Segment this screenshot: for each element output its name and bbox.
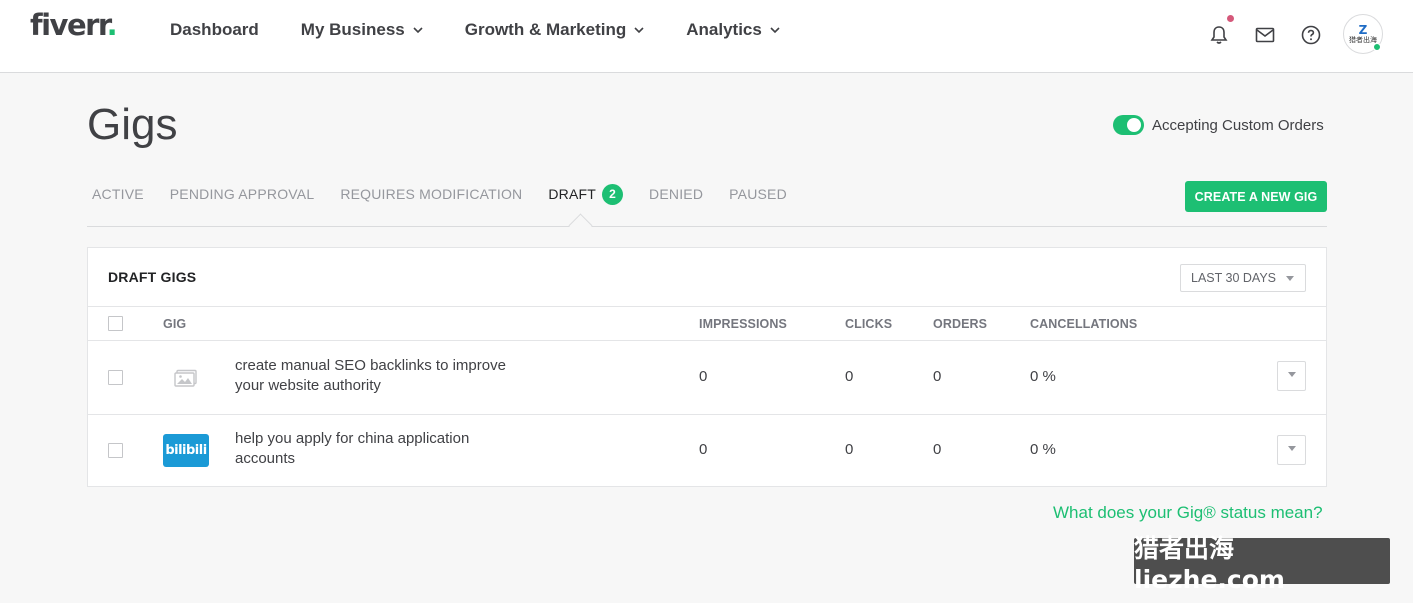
caret-down-icon — [1286, 276, 1294, 281]
tab-active[interactable]: ACTIVE — [92, 185, 144, 203]
column-header-orders[interactable]: ORDERS — [933, 317, 987, 331]
active-tab-indicator — [568, 213, 593, 238]
tab-label: PENDING APPROVAL — [169, 186, 315, 202]
date-range-value: LAST 30 DAYS — [1191, 271, 1276, 285]
clicks-value: 0 — [845, 441, 854, 458]
row-actions-dropdown[interactable] — [1277, 361, 1306, 391]
caret-down-icon — [1288, 372, 1296, 377]
tab-paused[interactable]: PAUSED — [729, 185, 787, 203]
top-navigation-bar: fiverr. Dashboard My Business Growth & M… — [0, 0, 1413, 73]
select-all-checkbox[interactable] — [108, 316, 123, 331]
row-checkbox[interactable] — [108, 370, 123, 385]
caret-down-icon — [1288, 446, 1296, 451]
table-header: GIG IMPRESSIONS CLICKS ORDERS CANCELLATI… — [88, 306, 1326, 341]
tabs-divider — [87, 226, 1327, 227]
nav-my-business[interactable]: My Business — [301, 19, 423, 41]
tab-label: ACTIVE — [92, 186, 144, 202]
avatar[interactable]: Z 猎者出海 — [1343, 14, 1383, 54]
column-header-gig[interactable]: GIG — [163, 317, 186, 331]
cancellations-value: 0 % — [1030, 368, 1056, 385]
gig-thumbnail[interactable]: bilibili — [163, 434, 209, 467]
nav-dashboard[interactable]: Dashboard — [170, 19, 259, 41]
help-button[interactable] — [1299, 23, 1323, 47]
impressions-value: 0 — [699, 441, 708, 458]
notifications-button[interactable] — [1207, 15, 1234, 47]
fiverr-logo[interactable]: fiverr. — [30, 8, 118, 42]
image-placeholder-icon — [174, 369, 197, 387]
row-actions-dropdown[interactable] — [1277, 435, 1306, 465]
messages-button[interactable] — [1253, 23, 1277, 47]
tab-label: DRAFT — [548, 186, 597, 202]
column-header-cancellations[interactable]: CANCELLATIONS — [1030, 317, 1137, 331]
tab-label: REQUIRES MODIFICATION — [340, 186, 523, 202]
main-nav: Dashboard My Business Growth & Marketing… — [170, 19, 822, 41]
watermark: 猎者出海 liezhe.com — [1134, 534, 1390, 594]
custom-orders-setting: Accepting Custom Orders — [1113, 115, 1324, 135]
chevron-down-icon — [413, 27, 423, 34]
chevron-down-icon — [634, 27, 644, 34]
bilibili-logo: bilibili — [165, 443, 207, 458]
clicks-value: 0 — [845, 368, 854, 385]
tab-label: DENIED — [649, 186, 704, 202]
notification-dot — [1227, 15, 1234, 22]
column-header-impressions[interactable]: IMPRESSIONS — [699, 317, 787, 331]
bell-icon — [1210, 26, 1228, 44]
toggle-knob — [1127, 118, 1141, 132]
orders-value: 0 — [933, 368, 942, 385]
create-new-gig-button[interactable]: CREATE A NEW GIG — [1185, 181, 1327, 212]
column-header-clicks[interactable]: CLICKS — [845, 317, 892, 331]
help-icon — [1301, 25, 1321, 45]
tab-pending-approval[interactable]: PENDING APPROVAL — [170, 185, 315, 203]
table-row: bilibili help you apply for china applic… — [88, 414, 1326, 487]
gig-thumbnail[interactable] — [163, 361, 209, 394]
nav-growth-marketing[interactable]: Growth & Marketing — [465, 19, 645, 41]
nav-growth-marketing-label: Growth & Marketing — [464, 20, 627, 39]
nav-my-business-label: My Business — [300, 20, 405, 39]
tab-requires-modification[interactable]: REQUIRES MODIFICATION — [340, 185, 522, 203]
custom-orders-toggle[interactable] — [1113, 115, 1144, 135]
gig-title-link[interactable]: create manual SEO backlinks to improve y… — [235, 356, 525, 396]
draft-gigs-table: DRAFT GIGS LAST 30 DAYS GIG IMPRESSIONS … — [87, 247, 1327, 487]
orders-value: 0 — [933, 441, 942, 458]
table-title: DRAFT GIGS — [108, 269, 197, 285]
page-title: Gigs — [87, 100, 178, 149]
envelope-icon — [1255, 27, 1275, 43]
avatar-initial: Z — [1358, 22, 1368, 37]
gig-status-help-link[interactable]: What does your Gig® status mean? — [1053, 503, 1323, 523]
cancellations-value: 0 % — [1030, 441, 1056, 458]
header-icons: Z 猎者出海 — [1185, 14, 1383, 54]
custom-orders-label: Accepting Custom Orders — [1152, 116, 1324, 134]
table-row: create manual SEO backlinks to improve y… — [88, 341, 1326, 414]
tab-label: PAUSED — [729, 186, 787, 202]
draft-count-badge: 2 — [602, 183, 624, 205]
chevron-down-icon — [770, 27, 780, 34]
impressions-value: 0 — [699, 368, 708, 385]
gig-title-link[interactable]: help you apply for china application acc… — [235, 429, 525, 469]
nav-analytics-label: Analytics — [686, 20, 762, 39]
nav-analytics[interactable]: Analytics — [686, 19, 780, 41]
online-status-dot — [1373, 43, 1381, 51]
tab-draft[interactable]: DRAFT 2 — [548, 183, 624, 205]
avatar-text: 猎者出海 — [1349, 35, 1377, 44]
date-range-select[interactable]: LAST 30 DAYS — [1180, 264, 1306, 292]
row-checkbox[interactable] — [108, 443, 123, 458]
nav-dashboard-label: Dashboard — [170, 20, 259, 39]
gig-status-tabs: ACTIVE PENDING APPROVAL REQUIRES MODIFIC… — [92, 183, 813, 205]
tab-denied[interactable]: DENIED — [649, 185, 703, 203]
